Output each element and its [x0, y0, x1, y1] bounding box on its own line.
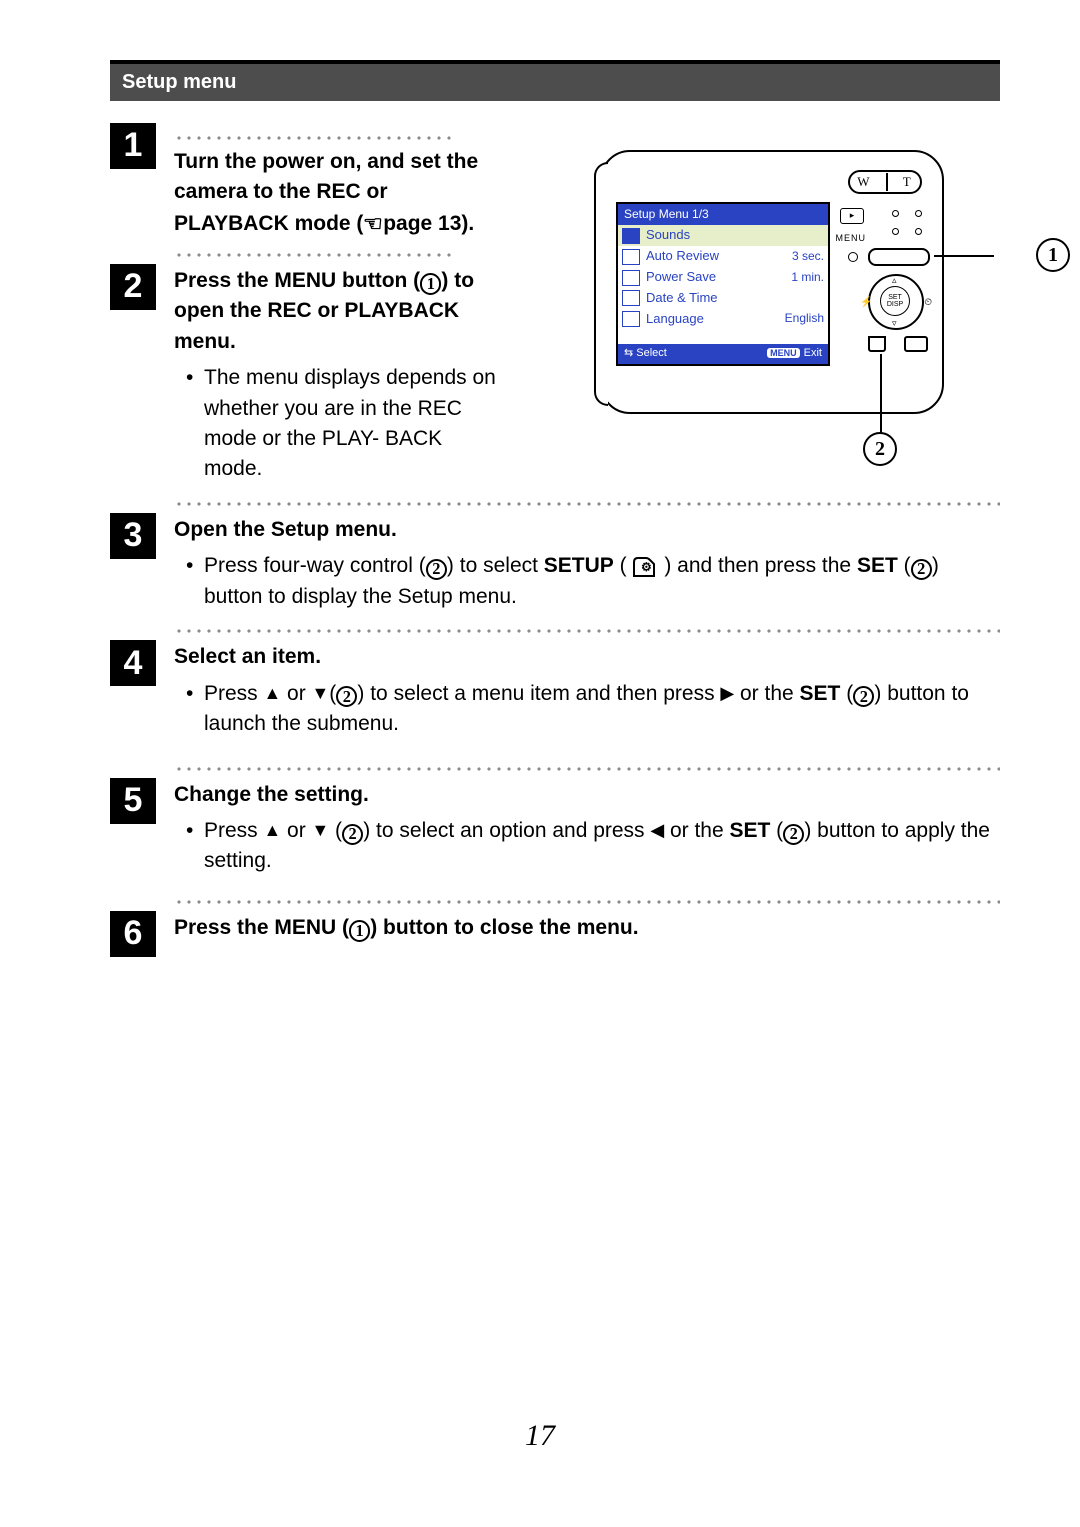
svg-text:⚙: ⚙ [641, 560, 652, 574]
step-number: 1 [110, 123, 156, 169]
step-body: Open the Setup menu. Press four-way cont… [174, 513, 1000, 616]
dotted-rule [174, 250, 454, 260]
bullet-item: Press ▲ or ▼(2) to select a menu item an… [204, 679, 994, 740]
steps-list: 1 Turn the power on, and set the camera … [110, 123, 1000, 957]
ref-2-icon: 2 [911, 559, 932, 580]
step-number: 6 [110, 911, 156, 957]
step-body: Turn the power on, and set the camera to… [174, 123, 510, 240]
ref-2-icon: 2 [336, 686, 357, 707]
step-number: 2 [110, 264, 156, 310]
step-number: 5 [110, 778, 156, 824]
page-ref-icon: ☞ [363, 208, 383, 240]
left-arrow-icon: ◀ [650, 818, 664, 844]
up-arrow-icon: ▲ [264, 818, 282, 844]
step-heading: Open the Setup menu. [174, 518, 397, 541]
step-6: 6 Press the MENU (1) button to close the… [110, 911, 1000, 957]
step-bullets: The menu displays depends on whether you… [174, 363, 504, 485]
step-heading: Select an item. [174, 645, 321, 668]
section-header: Setup menu [110, 64, 1000, 101]
step-bullets: Press ▲ or ▼ (2) to select an option and… [174, 816, 994, 877]
ref-2-icon: 2 [426, 559, 447, 580]
callout-1-icon: 1 [1036, 238, 1070, 272]
ref-2-icon: 2 [783, 824, 804, 845]
up-arrow-icon: ▲ [264, 681, 282, 707]
ref-1-icon: 1 [420, 273, 441, 294]
dotted-rule [174, 764, 1000, 774]
right-arrow-icon: ▶ [720, 681, 734, 707]
dotted-rule [174, 897, 1000, 907]
step-1: 1 Turn the power on, and set the camera … [110, 123, 1000, 240]
step-body: Change the setting. Press ▲ or ▼ (2) to … [174, 778, 1000, 881]
down-arrow-icon: ▼ [312, 818, 330, 844]
step-2: 2 Press the MENU button (1) to open the … [110, 264, 1000, 489]
setup-tab-icon: ⚙ [632, 554, 658, 577]
dotted-rule [174, 626, 1000, 636]
ref-1-icon: 1 [349, 920, 370, 941]
dotted-rule [174, 133, 454, 143]
step-bullets: Press four-way control (2) to select SET… [174, 551, 994, 612]
page-number: 17 [0, 1414, 1080, 1458]
step-3: 3 Open the Setup menu. Press four-way co… [110, 513, 1000, 616]
down-arrow-icon: ▼ [312, 681, 330, 707]
step-4: 4 Select an item. Press ▲ or ▼(2) to sel… [110, 640, 1000, 743]
bullet-item: Press four-way control (2) to select SET… [204, 551, 994, 612]
ref-2-icon: 2 [853, 686, 874, 707]
step-heading: Turn the power on, and set the camera to… [174, 150, 478, 235]
step-bullets: Press ▲ or ▼(2) to select a menu item an… [174, 679, 994, 740]
step-body: Press the MENU (1) button to close the m… [174, 911, 1000, 943]
step-heading: Change the setting. [174, 783, 369, 806]
dotted-rule [174, 499, 1000, 509]
ref-2-icon: 2 [342, 824, 363, 845]
step-5: 5 Change the setting. Press ▲ or ▼ (2) t… [110, 778, 1000, 881]
step-number: 4 [110, 640, 156, 686]
manual-page: Setup menu Setup Menu 1/3 Sounds Auto Re… [0, 0, 1080, 1527]
step-heading: Press the MENU button (1) to open the RE… [174, 269, 474, 353]
bullet-item: The menu displays depends on whether you… [204, 363, 504, 485]
step-body: Select an item. Press ▲ or ▼(2) to selec… [174, 640, 1000, 743]
step-number: 3 [110, 513, 156, 559]
bullet-item: Press ▲ or ▼ (2) to select an option and… [204, 816, 994, 877]
step-heading: Press the MENU (1) button to close the m… [174, 916, 639, 939]
step-body: Press the MENU button (1) to open the RE… [174, 264, 510, 489]
